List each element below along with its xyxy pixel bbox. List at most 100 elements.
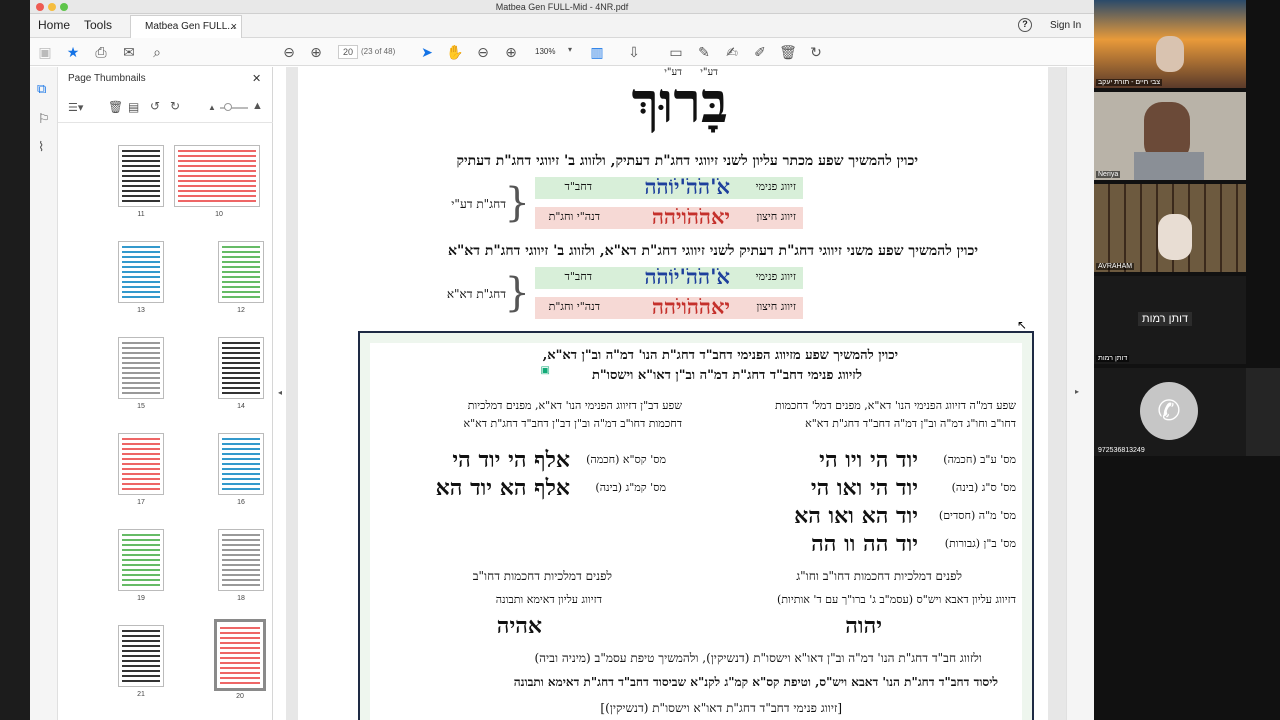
page-thumbnail[interactable] — [218, 529, 264, 591]
page-count: (23 of 48) — [361, 47, 396, 56]
draw-icon[interactable]: ✍ — [723, 43, 741, 61]
box-line-2: לזיווג פנימי דחב"ד דחג"ת דמ"ה וב"ן דאו"א… — [591, 368, 862, 383]
bookmark-star-icon[interactable]: ★ — [64, 43, 82, 61]
stamp-icon[interactable]: ✐ — [751, 43, 769, 61]
collapse-right-arrow-icon[interactable]: ▸ — [1075, 387, 1079, 396]
thumbnail-preview — [122, 342, 160, 394]
rotate-left-icon[interactable]: ↺ — [150, 99, 160, 113]
comment-icon[interactable]: ▭ — [667, 43, 685, 61]
zoom-window-button[interactable] — [60, 3, 68, 11]
tab-home[interactable]: Home — [38, 18, 70, 32]
window-title: Matbea Gen FULL-Mid - 4NR.pdf — [495, 2, 629, 12]
rotate-right-icon[interactable]: ↻ — [170, 99, 180, 113]
page-thumbnail[interactable] — [218, 241, 264, 303]
page-thumbnail[interactable] — [118, 145, 164, 207]
chevron-down-icon[interactable]: ▾ — [568, 45, 572, 54]
divine-name-inner: אֹ'הֹהֹ'יֹוֹהֹה — [644, 174, 730, 199]
document-tab-label: Matbea Gen FULL... — [145, 21, 236, 32]
delete-icon[interactable]: 🗑 — [779, 43, 797, 61]
select-cursor-icon[interactable]: ➤ — [418, 43, 436, 61]
large-mountain-icon: ▲ — [252, 100, 263, 112]
page-thumbnail[interactable] — [118, 433, 164, 495]
next-page-icon[interactable]: ⊕ — [307, 43, 325, 61]
video-strip-edge — [1246, 368, 1280, 456]
participant-video — [1156, 36, 1184, 72]
insert-page-icon[interactable]: ▤ — [128, 100, 139, 114]
tab-tools[interactable]: Tools — [84, 18, 112, 32]
box-line-1: יכוין להמשיך שפע מזיווג הפנימי דחב"ד דחג… — [542, 348, 898, 363]
rotate-icon[interactable]: ↻ — [807, 43, 825, 61]
email-icon[interactable]: ✉ — [120, 43, 138, 61]
page-thumbnail[interactable] — [218, 433, 264, 495]
pdf-page: דע"י דע"י בָּרוּךְ יכוין להמשיך שפע מכתר… — [298, 67, 1048, 720]
participant-name: צבי חיים - תורת יעקב — [1096, 79, 1163, 86]
participant-tile[interactable]: ✆ 972536813249 — [1094, 368, 1246, 456]
close-panel-icon[interactable]: ✕ — [252, 72, 261, 85]
trash-icon[interactable]: 🗑 — [108, 100, 123, 114]
participant-tile[interactable]: צבי חיים - תורת יעקב — [1094, 0, 1246, 88]
close-window-button[interactable] — [36, 3, 44, 11]
close-tab-icon[interactable]: × — [231, 16, 237, 38]
thumbnail-label: 20 — [236, 693, 244, 700]
zoom-in-icon[interactable]: ⊕ — [502, 43, 520, 61]
intro-line-2: יכוין להמשיך שפע משני זיווגי דחג"ת דעתיק… — [448, 243, 978, 259]
framed-section: יכוין להמשיך שפע מזיווג הפנימי דחב"ד דחג… — [358, 331, 1034, 720]
bottom-line-3: [זיווג פנימי דחב"ד דחג"ת דאו"א וישסו"ת (… — [600, 701, 842, 715]
divine-name-ehyeh: אהיה — [496, 613, 542, 639]
thumbnail-preview — [122, 438, 160, 490]
help-icon[interactable]: ? — [1018, 18, 1032, 32]
collapse-left-arrow-icon[interactable]: ◂ — [278, 388, 282, 397]
scroll-mode-icon[interactable]: ⇩ — [625, 43, 643, 61]
page-thumbnail[interactable] — [118, 241, 164, 303]
page-thumbnail[interactable] — [118, 625, 164, 687]
row-label: מס' ב"ן (גבורות) — [944, 537, 1016, 550]
participant-tile[interactable]: AVRAHAM — [1094, 184, 1246, 272]
left-column-heading: שפע דב"ן דזיווג הפנימי הנו' דא"א, מפנים … — [467, 399, 682, 412]
tab-bar: Home Tools Matbea Gen FULL... × ? Sign I… — [30, 14, 1094, 38]
attachment-icon[interactable]: ⌇ — [38, 139, 44, 155]
search-icon[interactable]: ⌕ — [148, 43, 166, 61]
thumbnail-label: 17 — [137, 499, 145, 506]
highlight-pen-icon[interactable]: ✎ — [695, 43, 713, 61]
participant-tile[interactable]: דותן רמות דותן רמות — [1094, 276, 1246, 364]
thumbnail-preview — [222, 342, 260, 394]
divine-name-spelling: יוד הי ואו הי — [810, 475, 918, 501]
page-number-input[interactable]: 20 — [338, 45, 358, 59]
thumbnail-options-icon[interactable]: ☰▾ — [68, 101, 83, 114]
thumbnail-label: 13 — [137, 307, 145, 314]
thumbnail-preview — [122, 150, 160, 202]
thumbnail-preview — [222, 246, 260, 298]
page-thumbnail[interactable] — [174, 145, 260, 207]
minimize-window-button[interactable] — [48, 3, 56, 11]
page-thumbnail[interactable] — [118, 337, 164, 399]
page-thumbnail[interactable] — [118, 529, 164, 591]
page-thumbnail[interactable] — [218, 337, 264, 399]
link-marker-icon[interactable]: ▣ — [541, 365, 550, 376]
participant-tile[interactable]: Neriya — [1094, 92, 1246, 180]
previous-page-icon[interactable]: ⊖ — [280, 43, 298, 61]
hand-tool-icon[interactable]: ✋ — [446, 43, 464, 61]
page-display-icon[interactable]: ▥ — [588, 43, 606, 61]
page-thumbnail[interactable] — [214, 619, 266, 691]
right-lower-text-2: דזיווג עליון דאבא ויש"ס (עסמ"ב ג' ברו"ך … — [777, 593, 1016, 606]
tab-document[interactable]: Matbea Gen FULL... × — [130, 15, 242, 38]
page-thumbnails-icon[interactable]: ⧉ — [37, 81, 46, 97]
brace-icon: { — [504, 180, 530, 226]
participant-name: AVRAHAM — [1096, 263, 1135, 270]
save-icon[interactable]: ▣ — [36, 43, 54, 61]
sign-in-link[interactable]: Sign In — [1050, 20, 1081, 31]
divine-name-spelling: אלף הי יוד הי — [452, 447, 570, 473]
panel-title: Page Thumbnails — [68, 73, 146, 84]
intro-line-1: יכוין להמשיך שפע מכתר עליון לשני זיווגי … — [456, 153, 919, 169]
slider-knob[interactable] — [224, 103, 232, 111]
print-icon[interactable]: ⎙ — [92, 43, 110, 61]
zoom-level[interactable]: 130% — [535, 47, 555, 56]
brace-label: דחג"ת דע"י — [451, 197, 506, 211]
pair-tag: דנה"י וחג"ת — [548, 210, 600, 223]
divine-name-inner: אֹ'הֹהֹ'יֹוֹהֹה — [644, 264, 730, 289]
right-lower-text: לפנים דמלכיות דחכמות דחו"ב וחו"ג — [796, 569, 962, 583]
bookmarks-icon[interactable]: ⚐ — [38, 111, 50, 127]
zoom-out-icon[interactable]: ⊖ — [474, 43, 492, 61]
brace-label: דחג"ת דא"א — [446, 287, 506, 301]
small-mountain-icon: ▲ — [208, 103, 216, 112]
